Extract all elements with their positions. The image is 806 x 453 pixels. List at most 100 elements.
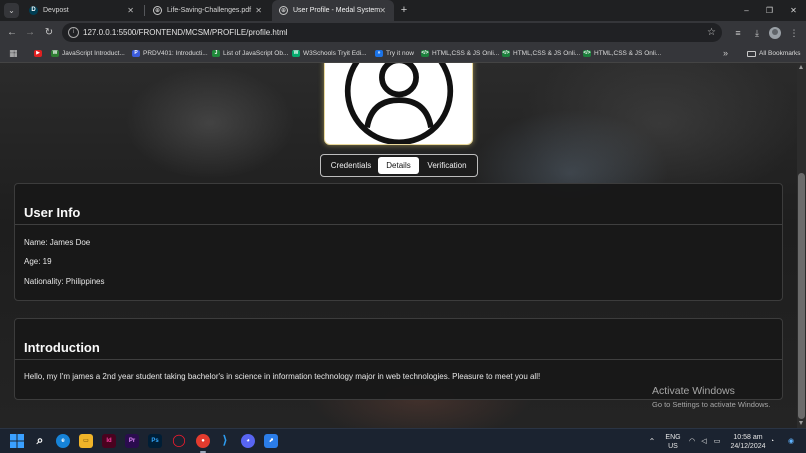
indesign-icon[interactable]: Id: [102, 434, 116, 448]
new-tab-button[interactable]: +: [398, 0, 410, 21]
close-tab-icon[interactable]: ✕: [127, 0, 134, 21]
chrome-icon[interactable]: ●: [196, 434, 210, 453]
user-info-card: User Info Name: James Doe Age: 19 Nation…: [14, 183, 783, 301]
bookmark-youtube[interactable]: ▶: [34, 45, 45, 63]
user-info-title: User Info: [24, 205, 81, 220]
bookmark-item[interactable]: P PRDV401: Introducti...: [132, 45, 208, 63]
code-icon: </>: [421, 50, 429, 57]
user-avatar-icon: [344, 63, 454, 144]
apps-grid-icon[interactable]: ▦: [9, 49, 18, 58]
bookmark-item[interactable]: </> HTML,CSS & JS Onli...: [421, 45, 499, 63]
show-hidden-icons-chevron-icon[interactable]: ⌃: [646, 429, 658, 453]
minimize-button[interactable]: –: [735, 0, 758, 21]
youtube-icon: ▶: [34, 50, 42, 57]
bookmark-item[interactable]: </> HTML,CSS & JS Onli...: [583, 45, 661, 63]
reload-icon[interactable]: ↻: [41, 25, 57, 41]
site-info-icon[interactable]: i: [68, 27, 79, 38]
tab-title: Devpost: [43, 7, 69, 14]
edge-icon[interactable]: e: [56, 434, 70, 448]
forward-arrow-icon[interactable]: →: [22, 25, 38, 41]
address-bar[interactable]: i 127.0.0.1:5500/FRONTEND/MCSM/PROFILE/p…: [62, 23, 722, 42]
w3schools-icon: W: [292, 50, 300, 57]
tab-title: Life-Saving-Challenges.pdf: [167, 7, 252, 14]
more-menu-icon[interactable]: ⋮: [787, 26, 801, 40]
file-explorer-icon[interactable]: ▭: [79, 434, 93, 448]
scrollbar-thumb[interactable]: [798, 173, 805, 419]
photoshop-icon[interactable]: Ps: [148, 434, 162, 448]
reading-list-icon[interactable]: ≡: [731, 26, 745, 40]
introduction-title: Introduction: [24, 340, 100, 355]
copilot-icon[interactable]: ◉: [784, 429, 798, 453]
clock-date: 24/12/2024: [730, 443, 766, 450]
bookmark-label: HTML,CSS & JS Onli...: [432, 50, 500, 57]
language-indicator[interactable]: ENG US: [662, 429, 684, 453]
tab-search-menu-icon[interactable]: ⌄: [4, 3, 19, 18]
scroll-down-arrow-icon[interactable]: [799, 421, 803, 425]
bookmark-item[interactable]: J List of JavaScript Ob...: [212, 45, 288, 63]
page-viewport: Credentials Details Verification User In…: [0, 63, 797, 428]
bookmark-item[interactable]: </> HTML,CSS & JS Onli...: [502, 45, 580, 63]
discord-icon[interactable]: ◕: [241, 434, 255, 448]
tab-user-profile[interactable]: ⊕ User Profile - Medal System ✕: [272, 0, 394, 21]
close-window-button[interactable]: ✕: [782, 0, 805, 21]
tab-life-saving-challenges[interactable]: ⊕ Life-Saving-Challenges.pdf ✕: [146, 0, 270, 21]
close-tab-icon[interactable]: ✕: [255, 0, 262, 21]
all-bookmarks-label: All Bookmarks: [759, 50, 801, 57]
opera-icon[interactable]: ◯: [172, 434, 186, 448]
bookmark-item[interactable]: W JavaScript Introduct...: [51, 45, 125, 63]
bookmark-favicon-icon: »: [375, 50, 383, 57]
globe-icon: ⊕: [153, 6, 162, 15]
bookmark-star-icon[interactable]: ☆: [707, 23, 716, 42]
watermark-title: Activate Windows: [652, 385, 735, 397]
bookmark-favicon-icon: P: [132, 50, 140, 57]
tab-details[interactable]: Details: [378, 157, 419, 174]
download-icon[interactable]: ⤓: [750, 26, 764, 40]
bookmarks-bar: ▦ ▶ W JavaScript Introduct... P PRDV401:…: [0, 45, 806, 63]
restore-button[interactable]: ❐: [758, 0, 781, 21]
volume-icon[interactable]: ◁: [698, 429, 710, 453]
battery-icon[interactable]: ▭: [710, 429, 724, 453]
tab-title: User Profile - Medal System: [293, 7, 381, 14]
close-tab-icon[interactable]: ✕: [379, 0, 386, 21]
profile-picture-card: [324, 63, 473, 145]
code-icon: </>: [583, 50, 591, 57]
clock[interactable]: 10:58 am 24/12/2024: [729, 429, 767, 453]
bookmark-item[interactable]: W W3Schools Tryit Edi...: [292, 45, 367, 63]
devpost-favicon-icon: D: [29, 6, 38, 15]
profile-tab-group: Credentials Details Verification: [320, 154, 478, 177]
windows-start-icon[interactable]: [10, 434, 24, 448]
windows-taskbar: ⌕ e ▭ Id Pr Ps ◯ ● ⟩ ◕ ⬈ ⌃ ENG US ◠ ◁ ▭ …: [0, 428, 806, 453]
wifi-icon[interactable]: ◠: [686, 429, 698, 453]
search-icon[interactable]: ⌕: [33, 434, 47, 448]
bookmark-item[interactable]: » Try it now: [375, 45, 414, 63]
clock-time: 10:58 am: [733, 434, 763, 441]
globe-icon: ⊕: [279, 6, 288, 15]
scroll-up-arrow-icon[interactable]: [799, 65, 803, 69]
browser-toolbar: ← → ↻ i 127.0.0.1:5500/FRONTEND/MCSM/PRO…: [0, 21, 806, 45]
introduction-text: Hello, my I'm james a 2nd year student t…: [24, 372, 541, 381]
all-bookmarks-button[interactable]: All Bookmarks: [747, 45, 801, 63]
app-icon[interactable]: ⬈: [264, 434, 278, 448]
bookmarks-overflow-chevron-icon[interactable]: »: [723, 45, 728, 62]
bookmark-favicon-icon: J: [212, 50, 220, 57]
url-text[interactable]: 127.0.0.1:5500/FRONTEND/MCSM/PROFILE/pro…: [83, 23, 288, 42]
premiere-pro-icon[interactable]: Pr: [125, 434, 139, 448]
tab-verification[interactable]: Verification: [421, 157, 473, 174]
divider: [15, 359, 782, 360]
page-scrollbar[interactable]: [797, 63, 806, 428]
bookmark-label: W3Schools Tryit Edi...: [303, 50, 367, 57]
divider: [15, 224, 782, 225]
user-age: Age: 19: [24, 257, 52, 266]
profile-avatar-icon[interactable]: [769, 27, 781, 39]
activate-windows-watermark: Activate Windows Go to Settings to activ…: [652, 385, 770, 409]
tab-credentials[interactable]: Credentials: [325, 157, 377, 174]
vscode-icon[interactable]: ⟩: [218, 434, 232, 448]
back-arrow-icon[interactable]: ←: [4, 25, 20, 41]
browser-tab-strip: ⌄ D Devpost ✕ ⊕ Life-Saving-Challenges.p…: [0, 0, 806, 21]
user-nationality: Nationality: Philippines: [24, 277, 105, 286]
tab-devpost[interactable]: D Devpost ✕: [22, 0, 142, 21]
language-label: ENG: [665, 434, 681, 441]
notification-bell-icon[interactable]: ◔: [766, 429, 778, 453]
bookmark-label: PRDV401: Introducti...: [143, 50, 208, 57]
bookmark-label: HTML,CSS & JS Onli...: [513, 50, 581, 57]
